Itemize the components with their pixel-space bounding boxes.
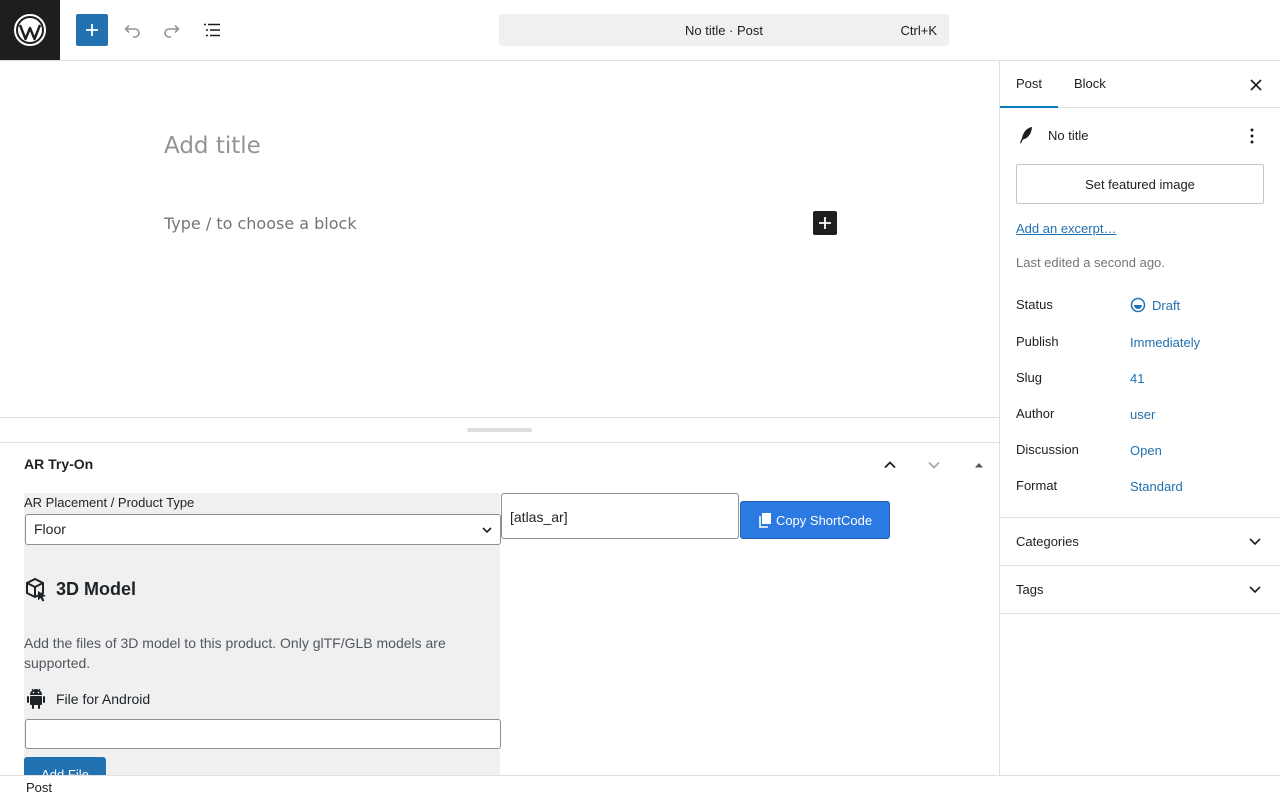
copy-icon (759, 513, 771, 528)
chevron-down-icon (928, 461, 940, 469)
command-bar-title: No title · Post (684, 22, 764, 38)
status-value[interactable]: Draft (1130, 297, 1180, 313)
block-placeholder[interactable]: Type / to choose a block (164, 214, 357, 233)
model-description: Add the files of 3D model to this produc… (24, 635, 446, 671)
slug-label: Slug (1016, 370, 1043, 385)
plus-icon (86, 24, 98, 36)
command-palette-bar[interactable]: No title · Post Ctrl+K (499, 14, 949, 46)
drag-handle[interactable] (467, 428, 532, 432)
copy-shortcode-label: Copy ShortCode (775, 512, 873, 528)
placement-selected-value: Floor (34, 521, 66, 537)
plus-icon (819, 217, 831, 229)
copy-shortcode-button[interactable]: Copy ShortCode (740, 501, 890, 539)
placement-select[interactable]: Floor (25, 514, 501, 545)
android-file-label: File for Android (56, 691, 151, 707)
list-view-icon (204, 23, 220, 37)
publish-value[interactable]: Immediately (1130, 335, 1200, 350)
triangle-up-icon (975, 463, 983, 468)
placement-label: AR Placement / Product Type (24, 495, 195, 510)
undo-icon (124, 24, 140, 38)
move-up-button[interactable] (878, 453, 902, 477)
add-excerpt-link[interactable]: Add an excerpt… (1016, 221, 1116, 236)
document-overview-button[interactable] (196, 14, 228, 46)
toggle-panel-button[interactable] (967, 453, 991, 477)
move-down-button[interactable] (922, 453, 946, 477)
more-vertical-icon (1250, 128, 1254, 144)
tags-panel[interactable]: Tags (1000, 566, 1280, 614)
close-icon (1250, 79, 1262, 91)
author-value[interactable]: user (1130, 407, 1155, 422)
shortcode-field[interactable]: [atlas_ar] (501, 493, 739, 539)
undo-button[interactable] (116, 14, 148, 46)
draft-status-icon (1130, 297, 1146, 313)
add-block-button[interactable] (76, 14, 108, 46)
close-sidebar-button[interactable] (1244, 73, 1268, 97)
last-edited-text: Last edited a second ago. (1016, 255, 1165, 270)
model-heading: 3D Model (56, 579, 137, 599)
android-file-input[interactable] (25, 719, 501, 749)
editor-header: No title · Post Ctrl+K (0, 0, 1280, 61)
author-label: Author (1016, 406, 1055, 421)
tab-post[interactable]: Post (1000, 61, 1058, 108)
block-breadcrumb-bar: Post (0, 775, 1280, 800)
sidebar-tabs: Post Block (1000, 61, 1280, 108)
command-shortcut-hint: Ctrl+K (900, 23, 937, 38)
chevron-up-icon (884, 461, 896, 469)
3d-model-icon (26, 577, 46, 602)
tags-panel-label: Tags (1016, 582, 1044, 597)
post-feather-icon (1020, 127, 1032, 144)
ar-settings-panel: AR Placement / Product Type Floor 3D Mod… (24, 493, 501, 775)
chevron-down-icon (482, 527, 492, 534)
add-file-button[interactable]: Add File (24, 757, 106, 775)
ar-tryon-metabox: AR Try-On AR Placement / Product Type Fl… (0, 443, 999, 775)
publish-label: Publish (1016, 334, 1059, 349)
status-label: Status (1016, 297, 1053, 312)
post-card-title: No title (1048, 128, 1089, 143)
discussion-label: Discussion (1016, 442, 1079, 457)
settings-sidebar: Post Block No title Set featured image A… (999, 61, 1280, 775)
chevron-down-icon (1249, 586, 1261, 594)
format-value[interactable]: Standard (1130, 479, 1183, 494)
redo-icon (164, 24, 180, 38)
wordpress-logo-icon[interactable] (0, 0, 60, 60)
status-value-text: Draft (1152, 298, 1181, 313)
post-actions-button[interactable] (1240, 124, 1264, 148)
metabox-resize-handle[interactable] (0, 417, 999, 443)
format-label: Format (1016, 478, 1058, 493)
set-featured-image-button[interactable]: Set featured image (1016, 164, 1264, 204)
tab-block[interactable]: Block (1058, 61, 1122, 108)
android-icon (27, 688, 45, 709)
editor-canvas: Add title Type / to choose a block (0, 61, 999, 418)
post-summary-panel: No title Set featured image Add an excer… (1000, 109, 1280, 518)
slug-value[interactable]: 41 (1130, 371, 1144, 386)
chevron-down-icon (1249, 538, 1261, 546)
metabox-title: AR Try-On (24, 456, 94, 472)
post-title-input[interactable]: Add title (164, 133, 261, 159)
discussion-value[interactable]: Open (1130, 443, 1162, 458)
categories-panel-label: Categories (1016, 534, 1079, 549)
categories-panel[interactable]: Categories (1000, 518, 1280, 566)
redo-button[interactable] (156, 14, 188, 46)
inline-add-block-button[interactable] (813, 211, 837, 235)
breadcrumb-post[interactable]: Post (26, 780, 52, 795)
